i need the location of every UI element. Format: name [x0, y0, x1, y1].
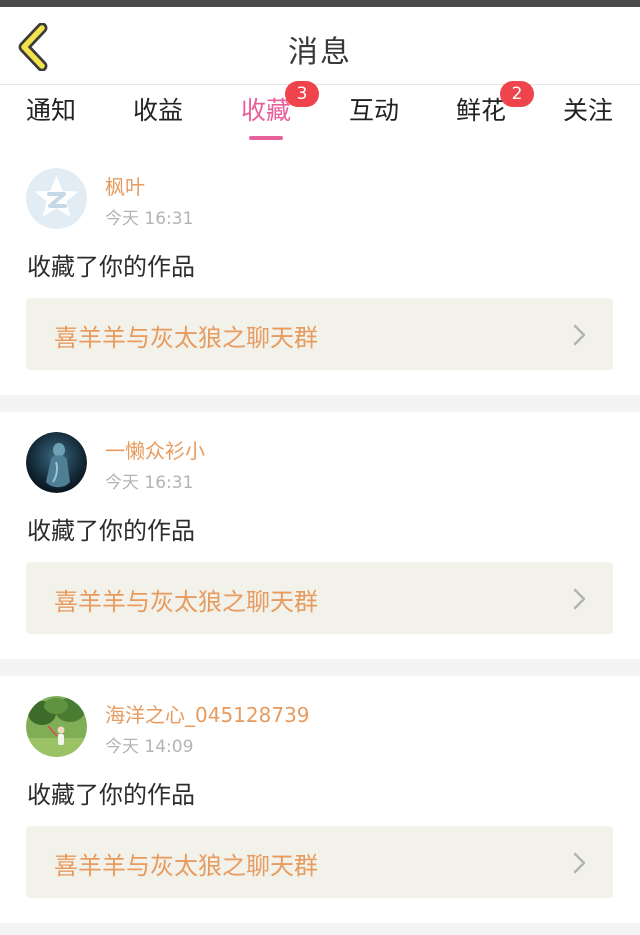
- avatar[interactable]: [26, 432, 87, 493]
- notification-card: 枫叶 今天 16:31 收藏了你的作品 喜羊羊与灰太狼之聊天群: [0, 148, 640, 395]
- work-link[interactable]: 喜羊羊与灰太狼之聊天群: [26, 826, 613, 898]
- header-bar: 消息: [0, 7, 640, 85]
- page-title: 消息: [288, 35, 352, 70]
- notification-card: 海洋之心_045128739 今天 14:09 收藏了你的作品 喜羊羊与灰太狼之…: [0, 676, 640, 923]
- timestamp: 今天 14:09: [105, 737, 194, 757]
- notification-card: 一懒众衫小 今天 16:31 收藏了你的作品 喜羊羊与灰太狼之聊天群: [0, 412, 640, 659]
- outdoor-photo-avatar-icon: [26, 696, 87, 757]
- tab-label: 收益: [132, 96, 183, 125]
- username[interactable]: 海洋之心_045128739: [105, 699, 310, 728]
- status-bar: [0, 0, 640, 7]
- work-title: 喜羊羊与灰太狼之聊天群: [54, 588, 318, 616]
- card-divider: [0, 923, 640, 935]
- tab-interaction[interactable]: 互动: [334, 93, 414, 143]
- flowers-count-badge: 2: [500, 81, 534, 107]
- action-text: 收藏了你的作品: [27, 517, 195, 545]
- active-tab-indicator: [249, 136, 283, 140]
- avatar[interactable]: [26, 168, 87, 229]
- tab-earnings[interactable]: 收益: [118, 93, 198, 143]
- chevron-right-icon: [573, 588, 586, 610]
- username[interactable]: 枫叶: [105, 171, 145, 200]
- chevron-right-icon: [573, 852, 586, 874]
- tab-label: 收藏: [240, 96, 291, 125]
- tab-label: 关注: [562, 96, 613, 125]
- work-link[interactable]: 喜羊羊与灰太狼之聊天群: [26, 562, 613, 634]
- tab-label: 鲜花: [455, 96, 506, 125]
- tab-flowers[interactable]: 鲜花 2: [441, 81, 534, 143]
- dark-figure-avatar-icon: [26, 432, 87, 493]
- timestamp: 今天 16:31: [105, 209, 194, 229]
- action-text: 收藏了你的作品: [27, 253, 195, 281]
- tab-follow[interactable]: 关注: [548, 93, 628, 143]
- work-title: 喜羊羊与灰太狼之聊天群: [54, 852, 318, 880]
- work-link[interactable]: 喜羊羊与灰太狼之聊天群: [26, 298, 613, 370]
- action-text: 收藏了你的作品: [27, 781, 195, 809]
- tab-bar: 通知 收益 收藏 3 互动 鲜花 2 关注: [0, 81, 640, 150]
- favorites-count-badge: 3: [285, 81, 319, 107]
- chevron-right-icon: [573, 324, 586, 346]
- timestamp: 今天 16:31: [105, 473, 194, 493]
- tab-label: 通知: [25, 96, 76, 125]
- qq-star-avatar-icon: [26, 168, 87, 229]
- tab-favorites[interactable]: 收藏 3: [226, 81, 319, 143]
- username[interactable]: 一懒众衫小: [105, 435, 205, 464]
- card-divider: [0, 395, 640, 412]
- work-title: 喜羊羊与灰太狼之聊天群: [54, 324, 318, 352]
- avatar[interactable]: [26, 696, 87, 757]
- card-divider: [0, 659, 640, 676]
- tab-notice[interactable]: 通知: [11, 93, 91, 143]
- tab-label: 互动: [348, 96, 399, 125]
